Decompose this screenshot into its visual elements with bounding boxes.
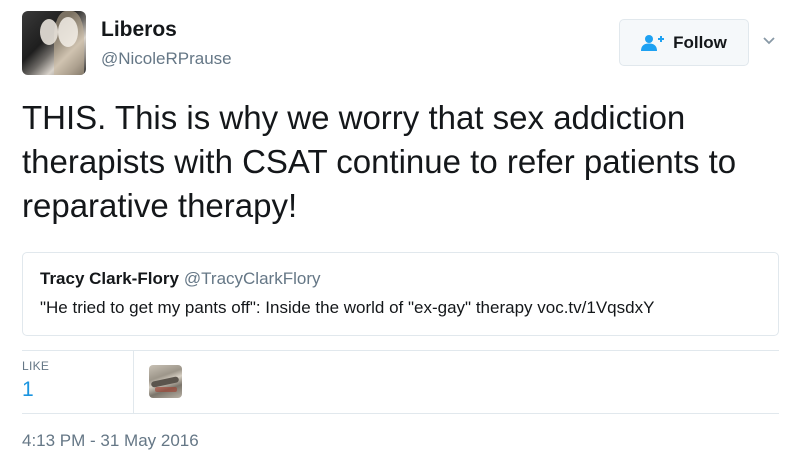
likes-label: LIKE: [22, 359, 50, 373]
quoted-tweet[interactable]: Tracy Clark-Flory @TracyClarkFlory "He tr…: [22, 252, 779, 336]
likes-count[interactable]: 1: [22, 378, 34, 402]
follow-button[interactable]: Follow: [619, 19, 749, 66]
person-plus-icon: [641, 34, 665, 52]
quoted-tweet-author-name: Tracy Clark-Flory: [40, 269, 179, 288]
author-avatar[interactable]: [22, 11, 86, 75]
stats-bottom-divider: [22, 413, 779, 414]
tweet-text: THIS. This is why we worry that sex addi…: [22, 99, 737, 224]
stats-vertical-divider: [133, 351, 134, 413]
follow-button-label: Follow: [673, 32, 727, 52]
stats-top-divider: [22, 350, 779, 351]
quoted-tweet-author-handle: @TracyClarkFlory: [183, 269, 321, 288]
chevron-down-icon[interactable]: [762, 34, 776, 48]
quoted-tweet-text: "He tried to get my pants off": Inside t…: [40, 298, 655, 317]
author-name[interactable]: Liberos: [101, 18, 177, 42]
tweet-timestamp[interactable]: 4:13 PM - 31 May 2016: [22, 431, 199, 451]
liker-avatar[interactable]: [149, 365, 182, 398]
author-handle[interactable]: @NicoleRPrause: [101, 49, 232, 69]
